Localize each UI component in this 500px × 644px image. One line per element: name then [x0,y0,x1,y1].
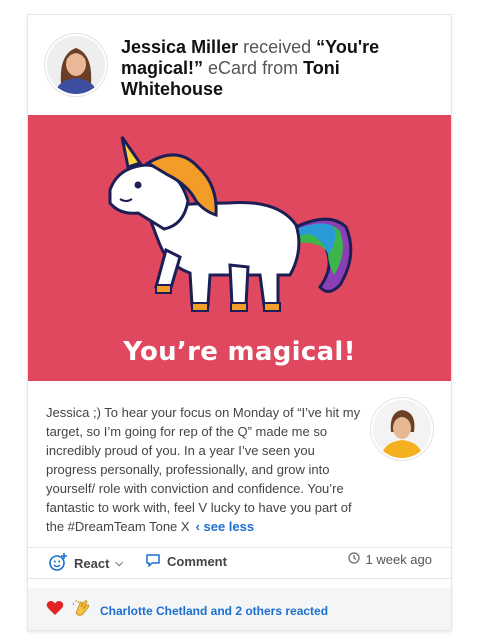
react-button[interactable]: React ⌵ [48,552,123,575]
comment-button[interactable]: Comment [145,552,227,571]
message-body: Jessica ;) To hear your focus on Monday … [46,403,368,536]
timestamp-text: 1 week ago [365,552,433,567]
headline-mid: eCard from [208,58,299,78]
message-text: Jessica ;) To hear your focus on Monday … [46,405,361,534]
sender-avatar-image [373,400,431,458]
reactions-summary[interactable]: Charlotte Chetland and 2 others reacted [100,604,328,618]
ecard-image: You’re magical! [28,115,451,381]
chevron-down-icon: ⌵ [115,558,124,569]
heart-icon [46,600,64,621]
add-reaction-icon [48,552,68,575]
actions-divider-bottom [28,578,451,579]
post-actions-bar: React ⌵ Comment 1 week ago [28,548,451,578]
clock-icon [347,552,360,567]
see-less-link[interactable]: ‹ see less [196,519,255,534]
reactions-bar: Charlotte Chetland and 2 others reacted [28,588,451,630]
comment-label: Comment [167,554,227,569]
post-headline: Jessica Miller received “You're magical!… [121,37,441,100]
recipient-avatar-image [47,36,105,94]
headline-verb: received [243,37,312,57]
react-label: React [74,556,110,571]
sender-avatar[interactable] [373,400,431,458]
unicorn-illustration [108,136,353,312]
recipient-name[interactable]: Jessica Miller [121,37,238,57]
recipient-avatar[interactable] [47,36,105,94]
ecard-caption: You’re magical! [123,337,356,367]
post-header: Jessica Miller received “You're magical!… [28,15,451,115]
ecard-post-card: Jessica Miller received “You're magical!… [28,15,451,630]
clapping-hands-icon [72,599,92,622]
comment-icon [145,552,161,571]
post-timestamp: 1 week ago [347,552,433,567]
